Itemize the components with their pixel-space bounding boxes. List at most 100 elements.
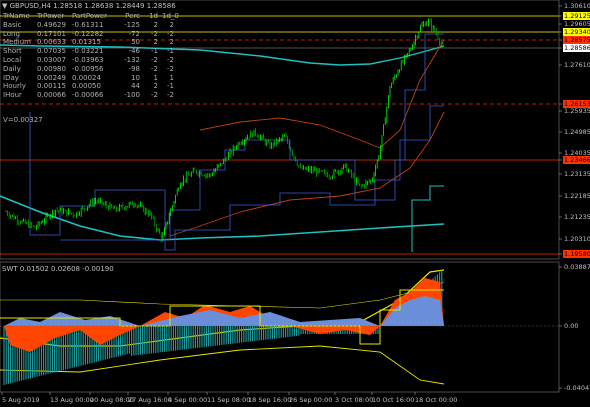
table-cell: -2 xyxy=(167,29,174,38)
table-cell: 1d xyxy=(149,12,158,20)
ohlc-values: 1.28518 1.28638 1.28449 1.28586 xyxy=(53,2,176,10)
table-cell: Daily xyxy=(3,64,21,73)
table-cell: 2 xyxy=(153,82,158,91)
table-cell: 0.00980 xyxy=(37,64,66,73)
table-cell: 44 xyxy=(131,82,140,91)
table-cell: PartPower xyxy=(72,12,107,20)
table-cell: -2 xyxy=(167,91,174,100)
table-cell: -1 xyxy=(151,47,158,56)
table-cell: 10 xyxy=(131,73,140,82)
table-cell: IHour xyxy=(3,91,22,100)
symbol-name: GBPUSD,H4 xyxy=(9,2,51,10)
price-label: 0.03887 xyxy=(564,263,590,271)
table-cell: 0.00066 xyxy=(37,91,66,100)
table-cell: -132 xyxy=(124,55,140,64)
table-cell: -2 xyxy=(167,55,174,64)
v-value: V=0.00327 xyxy=(3,116,43,124)
price-label: 1.24985 xyxy=(564,128,590,136)
table-row: IHour 0.00066 -0.00066 -100 -2 -2 xyxy=(3,91,174,100)
sub-window-title: SWT 0.01502 0.02608 -0.00190 xyxy=(2,265,114,273)
table-cell: -2 xyxy=(151,91,158,100)
table-row: Short 0.07035 -0.03221 -46 -1 -1 xyxy=(3,47,174,56)
price-label: 1.20310 xyxy=(564,235,590,243)
table-cell: 0.17101 xyxy=(37,29,66,38)
table-cell: -1 xyxy=(167,82,174,91)
table-cell: Local xyxy=(3,55,22,64)
table-cell: -0.00956 xyxy=(72,64,104,73)
table-header: TrName TrPower PartPower Perc 1d 1d_0 xyxy=(3,12,179,21)
table-cell: 0.07035 xyxy=(37,47,66,56)
table-cell: 0.03007 xyxy=(37,55,66,64)
price-label: 1.29340 xyxy=(563,28,590,36)
table-row: Hourly 0.00115 0.00050 44 2 -1 xyxy=(3,82,174,91)
table-row: IDay 0.00249 0.00024 10 1 1 xyxy=(3,74,174,83)
table-row: Medium 0.00633 0.01315 50 2 2 xyxy=(3,38,174,47)
time-label: 26 Sep 00:00 xyxy=(289,396,333,404)
price-label: 1.30610 xyxy=(564,2,590,10)
table-cell: -2 xyxy=(151,64,158,73)
time-label: 18 Oct 00:00 xyxy=(415,396,458,404)
price-label: 1.23135 xyxy=(564,170,590,178)
table-cell: Perc xyxy=(125,12,140,20)
table-cell: -0.00066 xyxy=(72,91,104,100)
trend-power-table: TrName TrPower PartPower Perc 1d 1d_0 Basic 0.4… xyxy=(3,12,179,100)
price-label: 1.28586 xyxy=(563,44,590,52)
table-cell: Hourly xyxy=(3,82,26,91)
time-label: 4 Sep 00:00 xyxy=(168,396,208,404)
table-cell: 0.49629 xyxy=(37,20,66,29)
table-cell: Short xyxy=(3,47,22,56)
table-cell: 2 xyxy=(153,38,158,47)
table-cell: -100 xyxy=(124,91,140,100)
table-cell: -0.61311 xyxy=(72,20,104,29)
table-cell: -98 xyxy=(128,64,140,73)
table-cell: 2 xyxy=(169,38,174,47)
time-label: 5 Aug 2019 xyxy=(2,396,40,404)
time-label: 13 Aug 00:00 xyxy=(50,396,94,404)
table-cell: 1 xyxy=(153,73,158,82)
price-label: 0.00 xyxy=(564,322,579,330)
table-cell: 0.00633 xyxy=(37,38,66,47)
table-cell: -2 xyxy=(151,55,158,64)
table-cell: 0.00249 xyxy=(37,73,66,82)
table-cell: Basic xyxy=(3,20,22,29)
table-cell: Medium xyxy=(3,38,31,47)
table-cell: 0.00050 xyxy=(72,82,101,91)
table-cell: IDay xyxy=(3,73,19,82)
table-cell: 0.01315 xyxy=(72,38,101,47)
table-cell: TrName xyxy=(3,12,30,20)
table-cell: 50 xyxy=(131,38,140,47)
table-cell: -2 xyxy=(151,29,158,38)
time-label: 3 Oct 08:00 xyxy=(335,396,374,404)
table-cell: 0.00115 xyxy=(37,82,66,91)
price-label: 1.27610 xyxy=(564,61,590,69)
table-cell: -0.03221 xyxy=(72,47,104,56)
table-cell: -0.03963 xyxy=(72,55,104,64)
table-cell: -72 xyxy=(128,29,140,38)
table-row: Daily 0.00980 -0.00956 -98 -2 -2 xyxy=(3,65,174,74)
price-label: 1.21235 xyxy=(564,213,590,221)
table-cell: -46 xyxy=(128,47,140,56)
table-cell: -125 xyxy=(124,20,140,29)
price-label: 1.19580 xyxy=(563,250,590,258)
table-cell: -0.12282 xyxy=(72,29,104,38)
table-cell: 0.00024 xyxy=(72,73,101,82)
dropdown-arrow-icon[interactable]: ▼ xyxy=(2,2,7,10)
price-label: 1.25935 xyxy=(564,107,590,115)
price-label: 1.22185 xyxy=(564,192,590,200)
table-cell: 2 xyxy=(169,20,174,29)
price-label: -0.04047 xyxy=(564,384,590,392)
price-label: 1.29605 xyxy=(564,20,590,28)
price-label: 1.28575 xyxy=(563,36,590,44)
time-label: 11 Sep 08:00 xyxy=(207,396,251,404)
table-cell: TrPower xyxy=(37,12,65,20)
price-label: 1.23466 xyxy=(563,156,590,164)
price-label: 1.29125 xyxy=(563,12,590,20)
symbol-title[interactable]: ▼ GBPUSD,H4 1.28518 1.28638 1.28449 1.28… xyxy=(2,2,176,10)
table-cell: 1 xyxy=(169,73,174,82)
table-cell: -2 xyxy=(167,64,174,73)
time-label: 18 Sep 16:00 xyxy=(248,396,292,404)
table-cell: Long xyxy=(3,29,20,38)
table-cell: -1 xyxy=(167,47,174,56)
table-row: Local 0.03007 -0.03963 -132 -2 -2 xyxy=(3,56,174,65)
time-label: 10 Oct 16:00 xyxy=(372,396,415,404)
